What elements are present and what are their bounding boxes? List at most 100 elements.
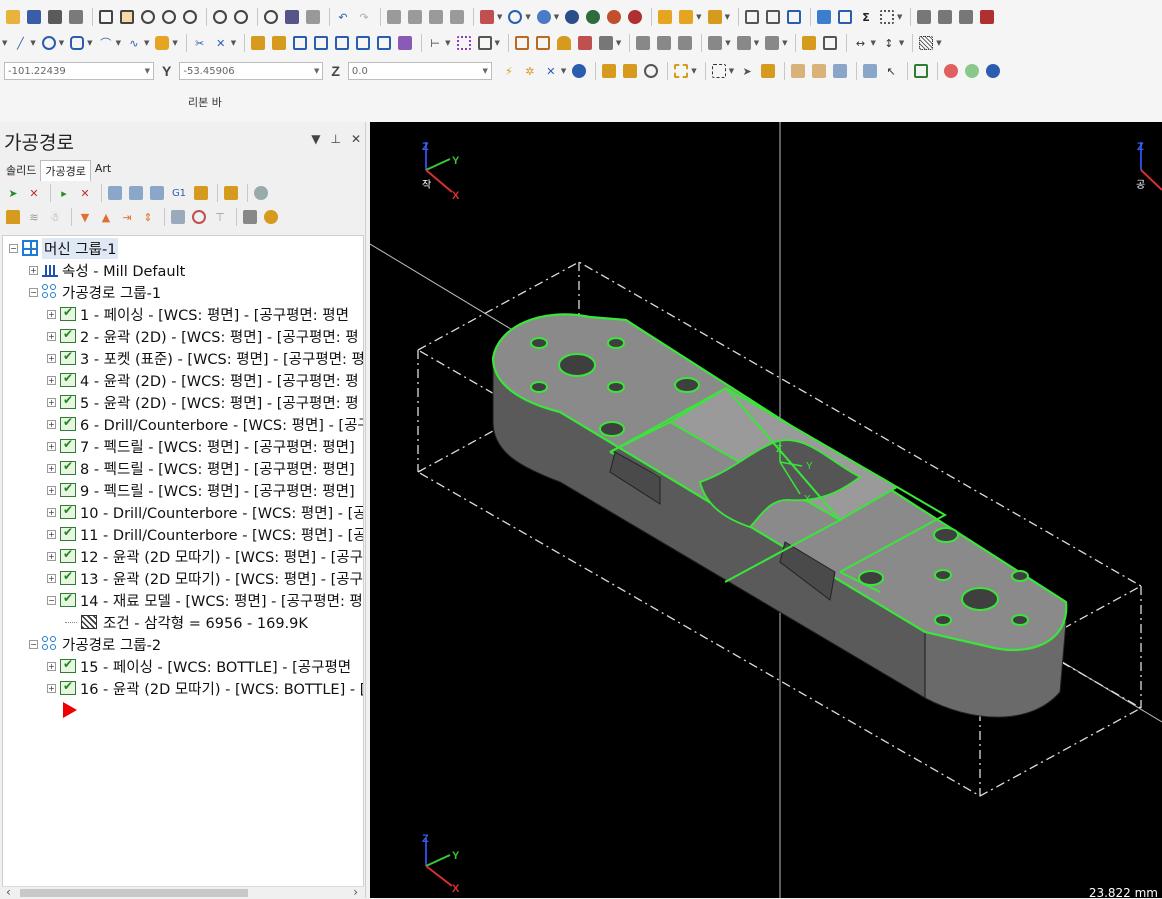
backplot-icon-2[interactable] <box>936 8 954 26</box>
sigma-icon[interactable]: Σ <box>857 8 875 26</box>
layer-icon-1[interactable] <box>706 34 724 52</box>
pin-icon[interactable]: ⊥ <box>330 132 340 146</box>
ok-icon[interactable] <box>963 62 981 80</box>
xform-stretch-icon[interactable] <box>354 34 372 52</box>
chevron-down-icon[interactable]: ▼ <box>899 39 904 47</box>
chevron-down-icon[interactable]: ▼ <box>495 39 500 47</box>
chevron-down-icon[interactable]: ▼ <box>561 67 566 75</box>
backplot-ops-icon[interactable] <box>106 184 124 202</box>
chevron-down-icon[interactable]: ▼ <box>691 67 696 75</box>
redo-icon[interactable]: ↷ <box>355 8 373 26</box>
print-icon[interactable] <box>46 8 64 26</box>
tree-node-operation[interactable]: − 14 - 재료 모델 - [WCS: 평면] - [공구평면: 평 <box>47 589 363 611</box>
pencil-multi-icon[interactable] <box>677 8 695 26</box>
view-iso-icon[interactable] <box>448 8 466 26</box>
collapse-icon[interactable]: − <box>29 287 38 297</box>
operation-check-icon[interactable] <box>60 371 76 387</box>
insert-arrow-icon[interactable]: ⇥ <box>118 208 136 226</box>
options-icon[interactable] <box>241 208 259 226</box>
tree-node-operation[interactable]: +15 - 페이싱 - [WCS: BOTTLE] - [공구평면 <box>47 655 351 677</box>
move-down-icon[interactable]: ▼ <box>76 208 94 226</box>
trim-icon[interactable]: ✂ <box>191 34 209 52</box>
tree-node-operation[interactable]: +5 - 윤곽 (2D) - [WCS: 평면] - [공구평면: 평 <box>47 391 359 413</box>
solid-icon-2[interactable] <box>655 34 673 52</box>
analyze-icon[interactable] <box>743 8 761 26</box>
chevron-down-icon[interactable]: ▼ <box>311 132 320 146</box>
select-only-icon[interactable] <box>621 62 639 80</box>
tag-icon[interactable] <box>576 34 594 52</box>
settings-icon[interactable] <box>815 8 833 26</box>
operation-check-icon[interactable] <box>60 503 76 519</box>
autocursor-settings-icon[interactable]: ✕ <box>542 62 560 80</box>
tree-node-operation[interactable]: +16 - 윤곽 (2D 모따기) - [WCS: BOTTLE] - [ <box>47 677 363 699</box>
info-icon[interactable] <box>800 34 818 52</box>
analyze-distance-icon[interactable] <box>785 8 803 26</box>
help-icon[interactable] <box>984 62 1002 80</box>
chevron-down-icon[interactable]: ▼ <box>936 39 941 47</box>
chevron-down-icon[interactable]: ▼ <box>754 39 759 47</box>
toggle-post-icon[interactable]: ☃ <box>46 208 64 226</box>
arch-icon[interactable] <box>555 34 573 52</box>
expand-icon[interactable]: + <box>47 375 56 385</box>
zoom-target-icon[interactable] <box>139 8 157 26</box>
chevron-down-icon[interactable]: ▼ <box>696 13 701 21</box>
vertical-dim-icon[interactable]: ↕ <box>880 34 898 52</box>
expand-icon[interactable]: + <box>47 573 56 583</box>
zoom-selected-icon[interactable] <box>181 8 199 26</box>
verify-ops-icon[interactable] <box>127 184 145 202</box>
expand-icon[interactable]: + <box>47 331 56 341</box>
collapse-icon[interactable]: − <box>47 595 56 605</box>
operation-check-icon[interactable] <box>60 679 76 695</box>
pan-icon[interactable] <box>304 8 322 26</box>
palette-icon[interactable] <box>262 208 280 226</box>
chevron-down-icon[interactable]: ▼ <box>145 67 150 75</box>
chevron-down-icon[interactable]: ▼ <box>172 39 177 47</box>
solid-select-2-icon[interactable] <box>810 62 828 80</box>
spline-icon[interactable]: ∿ <box>125 34 143 52</box>
xform-translate-icon[interactable] <box>249 34 267 52</box>
tree-node-condition[interactable]: 조건 - 삼각형 = 6956 - 169.9K <box>65 611 308 633</box>
undo-icon[interactable]: ↶ <box>334 8 352 26</box>
dimension-icon[interactable]: ⊢ <box>426 34 444 52</box>
operation-check-icon[interactable] <box>60 657 76 673</box>
pointer-icon[interactable]: ➤ <box>738 62 756 80</box>
tree-node-operation[interactable]: +12 - 윤곽 (2D 모따기) - [WCS: 평면] - [공구 <box>47 545 363 567</box>
tab-toolpaths[interactable]: 가공경로 <box>40 160 91 181</box>
regenerate-dirty-icon[interactable]: ✕ <box>76 184 94 202</box>
tab-solids[interactable]: 솔리드 <box>2 160 40 181</box>
scroll-left-icon[interactable]: ‹ <box>6 885 11 899</box>
chevron-down-icon[interactable]: ▼ <box>231 39 236 47</box>
chevron-down-icon[interactable]: ▼ <box>616 39 621 47</box>
operation-check-icon[interactable] <box>60 415 76 431</box>
plane-icon[interactable] <box>283 8 301 26</box>
chevron-down-icon[interactable]: ▼ <box>30 39 35 47</box>
view-right-icon[interactable] <box>427 8 445 26</box>
chevron-down-icon[interactable]: ▼ <box>554 13 559 21</box>
xform-project-icon[interactable] <box>396 34 414 52</box>
close-icon[interactable]: ✕ <box>351 132 361 146</box>
checkbox-select-icon[interactable] <box>912 62 930 80</box>
horizontal-dim-icon[interactable]: ↔ <box>851 34 869 52</box>
cancel-icon[interactable] <box>942 62 960 80</box>
tree-node-operation[interactable]: +7 - 펙드릴 - [WCS: 평면] - [공구평면: 평면] <box>47 435 355 457</box>
layer-icon-2[interactable] <box>735 34 753 52</box>
graphics-viewport[interactable]: Z Y X Z Y X 작 Z 공 Z Y X 23.822 mm <box>370 122 1162 898</box>
line-icon[interactable]: ╱ <box>11 34 29 52</box>
expand-icon[interactable]: + <box>47 463 56 473</box>
chevron-down-icon[interactable]: ▼ <box>525 13 530 21</box>
zoom-out-icon[interactable] <box>232 8 250 26</box>
wireframe-icon[interactable] <box>506 8 524 26</box>
tree-node-operation[interactable]: +8 - 펙드릴 - [WCS: 평면] - [공구평면: 평면] <box>47 457 355 479</box>
window-select-icon[interactable] <box>710 62 728 80</box>
hatch-icon[interactable] <box>917 34 935 52</box>
cylinder-icon[interactable] <box>153 34 171 52</box>
save-icon[interactable] <box>25 8 43 26</box>
operation-check-icon[interactable] <box>60 393 76 409</box>
tree-node-toolpath-group-1[interactable]: − 가공경로 그룹-1 <box>29 281 161 303</box>
help-icon[interactable] <box>570 62 588 80</box>
insert-arrow-marker[interactable] <box>63 699 77 721</box>
expand-icon[interactable]: + <box>47 353 56 363</box>
z-coordinate-field[interactable]: 0.0 ▼ <box>347 62 492 80</box>
xform-scale-icon[interactable] <box>333 34 351 52</box>
material-icon-2[interactable] <box>584 8 602 26</box>
